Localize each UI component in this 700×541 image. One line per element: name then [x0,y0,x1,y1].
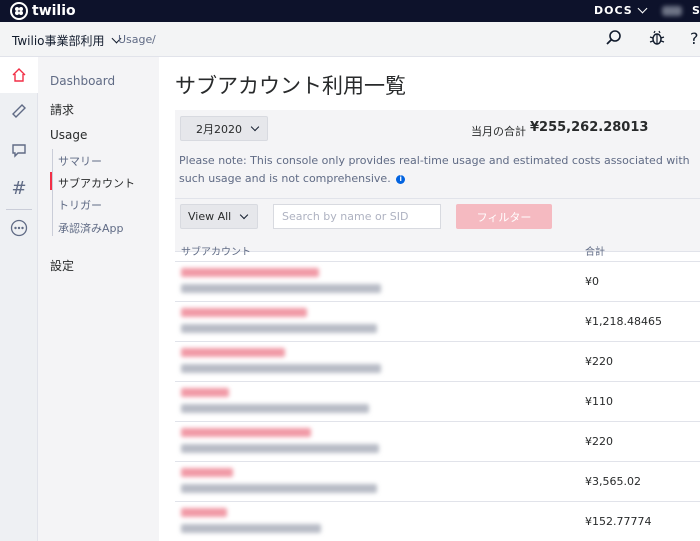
table-row[interactable]: ¥1,218.48465 [175,302,700,342]
docs-label: DOCS [594,4,633,17]
usage-note: Please note: This console only provides … [179,152,700,188]
view-all-label: View All [188,210,232,223]
rail-home[interactable] [0,57,38,93]
main-content: サブアカウント利用一覧 2月2020 当月の合計 ¥255,262.28013 … [159,57,700,541]
nav-subaccounts[interactable]: サブアカウント [58,175,135,191]
twilio-logo[interactable]: twilio [10,2,76,20]
subaccount-sid-redacted [181,524,321,533]
subaccount-name-redacted[interactable] [181,348,285,357]
user-initial[interactable]: S [692,4,700,17]
nav-active-indicator [50,172,52,190]
breadcrumb-usage[interactable]: Usage [118,33,152,46]
search-icon[interactable] [605,29,623,47]
phone-icon [12,104,26,118]
table-row[interactable]: ¥0 [175,262,700,302]
subaccount-sid-redacted [181,324,377,333]
column-header-subaccount[interactable]: サブアカウント [181,243,251,258]
month-chevron-down-icon [250,122,260,131]
search-input[interactable] [273,204,441,229]
view-all-chevron-down-icon [240,210,249,219]
info-icon[interactable]: i [396,174,406,184]
twilio-logo-icon [10,2,28,20]
nav-triggers[interactable]: トリガー [58,197,102,213]
subaccount-name-redacted[interactable] [181,388,229,397]
nav-usage[interactable]: Usage [50,128,87,142]
table-header: サブアカウント 合計 [175,238,700,262]
filter-button[interactable]: フィルター [456,204,552,229]
rail-messaging[interactable] [0,132,38,168]
table-row[interactable]: ¥152.77774 [175,502,700,541]
subaccount-sid-redacted [181,284,381,293]
row-total: ¥3,565.02 [585,475,641,488]
row-total: ¥1,218.48465 [585,315,662,328]
subaccount-sid-redacted [181,444,379,453]
column-header-total[interactable]: 合計 [585,243,605,258]
nav-billing[interactable]: 請求 [50,101,74,118]
product-rail: # [0,57,38,541]
account-name: Twilio事業部利用 [12,34,105,48]
view-all-select[interactable]: View All [180,204,258,229]
row-total: ¥0 [585,275,599,288]
home-icon [12,68,26,82]
subaccount-name-redacted[interactable] [181,428,311,437]
help-icon[interactable]: ? [690,29,699,48]
nav-authorized-apps[interactable]: 承認済みApp [58,220,124,236]
row-total: ¥110 [585,395,613,408]
row-total: ¥220 [585,435,613,448]
chat-icon [12,144,26,158]
docs-chevron-down-icon [637,3,648,14]
nav-summary[interactable]: サマリー [58,153,102,169]
subaccount-name-redacted[interactable] [181,308,307,317]
subaccount-name-redacted[interactable] [181,508,227,517]
rail-numbers[interactable]: # [0,170,38,206]
row-total: ¥220 [585,355,613,368]
month-select[interactable]: 2月2020 [180,116,268,141]
nav-dashboard[interactable]: Dashboard [50,74,115,88]
panel-divider [175,198,700,199]
table-row[interactable]: ¥220 [175,422,700,462]
filter-panel: 2月2020 当月の合計 ¥255,262.28013 Please note:… [175,110,700,252]
subaccount-sid-redacted [181,364,381,373]
table-row[interactable]: ¥3,565.02 [175,462,700,502]
page-title: サブアカウント利用一覧 [175,74,406,98]
subaccount-name-redacted[interactable] [181,268,319,277]
table-row[interactable]: ¥110 [175,382,700,422]
breadcrumb-separator: / [152,33,156,46]
bug-icon[interactable] [648,29,666,47]
table-row[interactable]: ¥220 [175,342,700,382]
top-bar: twilio DOCS S [0,0,700,22]
usage-note-text: Please note: This console only provides … [179,154,690,185]
sidebar-nav: Dashboard 請求 Usage サマリー サブアカウント トリガー 承認済… [38,57,159,541]
rail-phone[interactable] [0,93,38,129]
nav-sub-line [52,149,53,236]
monthly-total-value: ¥255,262.28013 [530,120,649,135]
rail-more[interactable] [0,210,38,246]
subaccount-sid-redacted [181,484,377,493]
subaccount-name-redacted[interactable] [181,468,233,477]
monthly-total-label: 当月の合計 [471,125,526,138]
subaccount-sid-redacted [181,404,369,413]
docs-menu[interactable]: DOCS [594,3,648,17]
hash-icon: # [11,177,27,199]
blurred-user-menu[interactable] [662,6,682,16]
row-total: ¥152.77774 [585,515,652,528]
more-icon [10,219,28,237]
account-switcher[interactable]: Twilio事業部利用 [12,32,121,49]
account-bar: Twilio事業部利用 Usage / [0,22,700,57]
month-label: 2月2020 [196,122,242,136]
nav-settings[interactable]: 設定 [50,257,74,274]
logo-text: twilio [32,3,76,19]
